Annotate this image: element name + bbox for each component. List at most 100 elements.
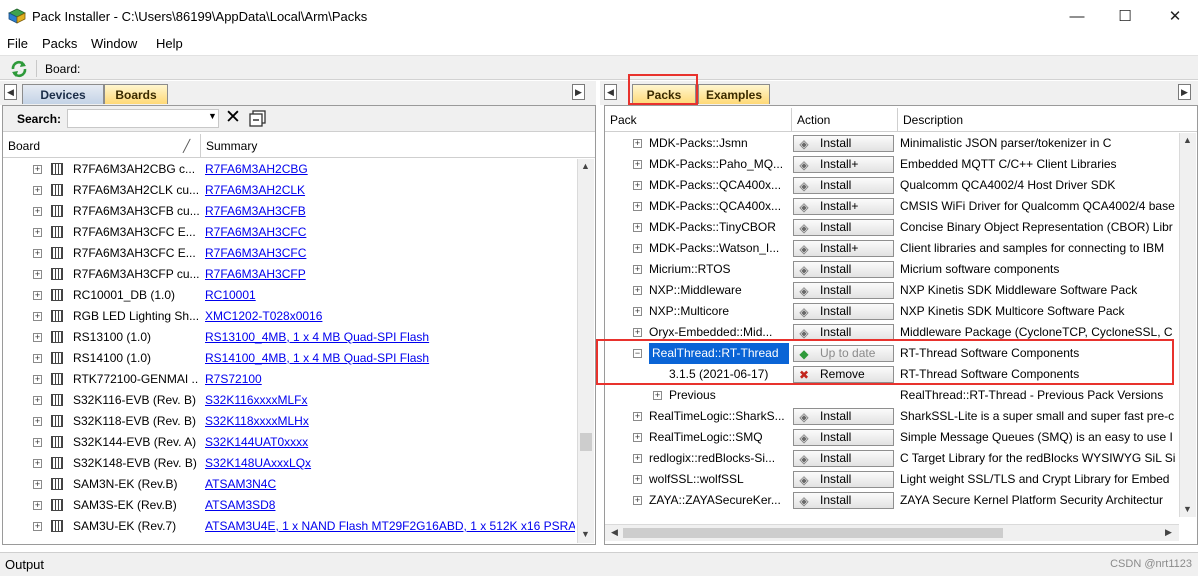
expand-toggle-icon[interactable]: + — [633, 328, 642, 337]
expand-toggle-icon[interactable]: + — [33, 186, 42, 195]
maximize-button[interactable]: ☐ — [1110, 6, 1140, 28]
board-summary-link[interactable]: S32K148UAxxxLQx — [205, 453, 575, 474]
expand-toggle-icon[interactable]: + — [653, 391, 662, 400]
expand-toggle-icon[interactable]: + — [33, 291, 42, 300]
pack-action-button[interactable]: ◈ Install — [793, 408, 894, 425]
pack-row[interactable]: + redlogix::redBlocks-Si... ◈ Install C Targ… — [605, 448, 1179, 469]
pack-row[interactable]: + NXP::Multicore ◈ Install NXP Kinetis SDK M… — [605, 301, 1179, 322]
expand-toggle-icon[interactable]: + — [633, 433, 642, 442]
expand-toggle-icon[interactable]: + — [33, 228, 42, 237]
board-row[interactable]: + R7FA6M3AH3CFB cu... R7FA6M3AH3CFB — [3, 201, 577, 222]
board-summary-link[interactable]: R7FA6M3AH2CLK — [205, 180, 575, 201]
pack-row[interactable]: + Micrium::RTOS ◈ Install Micrium software c… — [605, 259, 1179, 280]
expand-toggle-icon[interactable]: + — [633, 454, 642, 463]
board-summary-link[interactable]: ATSAM3U4E, 1 x NAND Flash MT29F2G16ABD, … — [205, 516, 575, 537]
expand-toggle-icon[interactable]: + — [33, 417, 42, 426]
pack-action-button[interactable]: ◈ Install — [793, 177, 894, 194]
packs-vertical-scrollbar[interactable]: ▲ ▼ — [1179, 133, 1196, 517]
pack-action-button[interactable]: ◈ Install — [793, 471, 894, 488]
board-row[interactable]: + RC10001_DB (1.0) RC10001 — [3, 285, 577, 306]
scroll-down-arrow[interactable]: ▼ — [578, 527, 593, 542]
pack-action-button[interactable]: ◈ Install — [793, 135, 894, 152]
menu-window[interactable]: Window — [91, 36, 137, 51]
right-tab-scroll-right[interactable]: ▶ — [1178, 84, 1191, 100]
board-row[interactable]: + RS13100 (1.0) RS13100_4MB, 1 x 4 MB Quad… — [3, 327, 577, 348]
tab-packs[interactable]: Packs — [632, 84, 696, 104]
pack-action-button[interactable]: ◈ Install — [793, 282, 894, 299]
search-input[interactable] — [67, 109, 219, 128]
expand-toggle-icon[interactable]: + — [633, 139, 642, 148]
pack-row[interactable]: + Oryx-Embedded::Mid... ◈ Install Middleware… — [605, 322, 1179, 343]
pack-row[interactable]: + Previous RealThread::RT-Thread - Previou… — [605, 385, 1179, 406]
tab-boards[interactable]: Boards — [104, 84, 168, 104]
scroll-down-arrow[interactable]: ▼ — [1180, 502, 1195, 517]
expand-toggle-icon[interactable]: + — [33, 522, 42, 531]
board-summary-link[interactable]: S32K116xxxxMLFx — [205, 390, 575, 411]
scroll-up-arrow[interactable]: ▲ — [578, 159, 593, 174]
pack-row[interactable]: + ZAYA::ZAYASecureKer... ◈ Install ZAYA Secu… — [605, 490, 1179, 511]
scroll-thumb[interactable] — [580, 433, 592, 451]
expand-toggle-icon[interactable]: − — [633, 349, 642, 358]
expand-toggle-icon[interactable]: + — [33, 396, 42, 405]
expand-toggle-icon[interactable]: + — [33, 438, 42, 447]
scroll-thumb[interactable] — [623, 528, 1003, 538]
chevron-down-icon[interactable]: ▼ — [208, 111, 217, 121]
board-summary-link[interactable]: R7FA6M3AH3CFC — [205, 222, 575, 243]
board-row[interactable]: + R7FA6M3AH3CFP cu... R7FA6M3AH3CFP — [3, 264, 577, 285]
board-row[interactable]: + S32K118-EVB (Rev. B) S32K118xxxxMLHx — [3, 411, 577, 432]
board-row[interactable]: + S32K144-EVB (Rev. A) S32K144UAT0xxxx — [3, 432, 577, 453]
pack-row[interactable]: + RealTimeLogic::SharkS... ◈ Install SharkSS… — [605, 406, 1179, 427]
board-row[interactable]: + RTK772100-GENMAI ... R7S72100 — [3, 369, 577, 390]
tab-examples[interactable]: Examples — [698, 84, 770, 104]
board-row[interactable]: + SAM3U-EK (Rev.7) ATSAM3U4E, 1 x NAND Fla… — [3, 516, 577, 537]
expand-toggle-icon[interactable]: + — [633, 244, 642, 253]
board-row[interactable]: + R7FA6M3AH2CLK cu... R7FA6M3AH2CLK — [3, 180, 577, 201]
pack-row[interactable]: 3.1.5 (2021-06-17) ✖ Remove RT-Thread Softw… — [605, 364, 1179, 385]
board-row[interactable]: + R7FA6M3AH2CBG c... R7FA6M3AH2CBG — [3, 159, 577, 180]
board-summary-link[interactable]: XMC1202-T028x0016 — [205, 306, 575, 327]
refresh-icon[interactable] — [10, 60, 28, 78]
pack-action-button[interactable]: ✖ Remove — [793, 366, 894, 383]
board-summary-link[interactable]: ATSAM3SD8 — [205, 495, 575, 516]
pack-action-button[interactable]: ◈ Install — [793, 429, 894, 446]
expand-toggle-icon[interactable]: + — [633, 223, 642, 232]
pack-action-button[interactable]: ◈ Install — [793, 303, 894, 320]
board-row[interactable]: + RS14100 (1.0) RS14100_4MB, 1 x 4 MB Quad… — [3, 348, 577, 369]
expand-toggle-icon[interactable]: + — [633, 496, 642, 505]
expand-toggle-icon[interactable]: + — [33, 165, 42, 174]
expand-toggle-icon[interactable]: + — [33, 501, 42, 510]
pack-row[interactable]: + MDK-Packs::Paho_MQ... ◈ Install+ Embedded … — [605, 154, 1179, 175]
expand-toggle-icon[interactable]: + — [633, 202, 642, 211]
board-summary-link[interactable]: R7FA6M3AH3CFP — [205, 264, 575, 285]
board-summary-link[interactable]: RS13100_4MB, 1 x 4 MB Quad-SPI Flash — [205, 327, 575, 348]
expand-toggle-icon[interactable]: + — [33, 354, 42, 363]
board-summary-link[interactable]: R7FA6M3AH2CBG — [205, 159, 575, 180]
scroll-right-arrow[interactable]: ▶ — [1161, 525, 1176, 540]
pack-action-button[interactable]: ◈ Install — [793, 261, 894, 278]
expand-toggle-icon[interactable]: + — [33, 375, 42, 384]
pack-row[interactable]: + RealTimeLogic::SMQ ◈ Install Simple Messag… — [605, 427, 1179, 448]
board-summary-link[interactable]: RC10001 — [205, 285, 575, 306]
packs-horizontal-scrollbar[interactable]: ◀ ▶ — [605, 524, 1179, 541]
close-button[interactable]: ✕ — [1160, 6, 1190, 28]
column-header-description[interactable]: Description — [898, 108, 1197, 132]
left-tab-scroll-right[interactable]: ▶ — [572, 84, 585, 100]
board-row[interactable]: + S32K116-EVB (Rev. B) S32K116xxxxMLFx — [3, 390, 577, 411]
expand-toggle-icon[interactable]: + — [633, 475, 642, 484]
pack-row[interactable]: + MDK-Packs::Watson_I... ◈ Install+ Client l… — [605, 238, 1179, 259]
expand-toggle-icon[interactable]: + — [633, 286, 642, 295]
collapse-all-icon[interactable] — [249, 110, 266, 127]
expand-toggle-icon[interactable]: + — [33, 270, 42, 279]
board-summary-link[interactable]: R7FA6M3AH3CFC — [205, 243, 575, 264]
pack-action-button[interactable]: ◈ Install — [793, 492, 894, 509]
pack-row[interactable]: + MDK-Packs::Jsmn ◈ Install Minimalistic JSO… — [605, 133, 1179, 154]
board-summary-link[interactable]: S32K118xxxxMLHx — [205, 411, 575, 432]
scroll-left-arrow[interactable]: ◀ — [607, 525, 622, 540]
expand-toggle-icon[interactable]: + — [633, 265, 642, 274]
board-summary-link[interactable]: R7FA6M3AH3CFB — [205, 201, 575, 222]
expand-toggle-icon[interactable]: + — [33, 480, 42, 489]
expand-toggle-icon[interactable]: + — [33, 249, 42, 258]
expand-toggle-icon[interactable]: + — [633, 412, 642, 421]
board-row[interactable]: + SAM3N-EK (Rev.B) ATSAM3N4C — [3, 474, 577, 495]
boards-vertical-scrollbar[interactable]: ▲ ▼ — [577, 159, 594, 543]
